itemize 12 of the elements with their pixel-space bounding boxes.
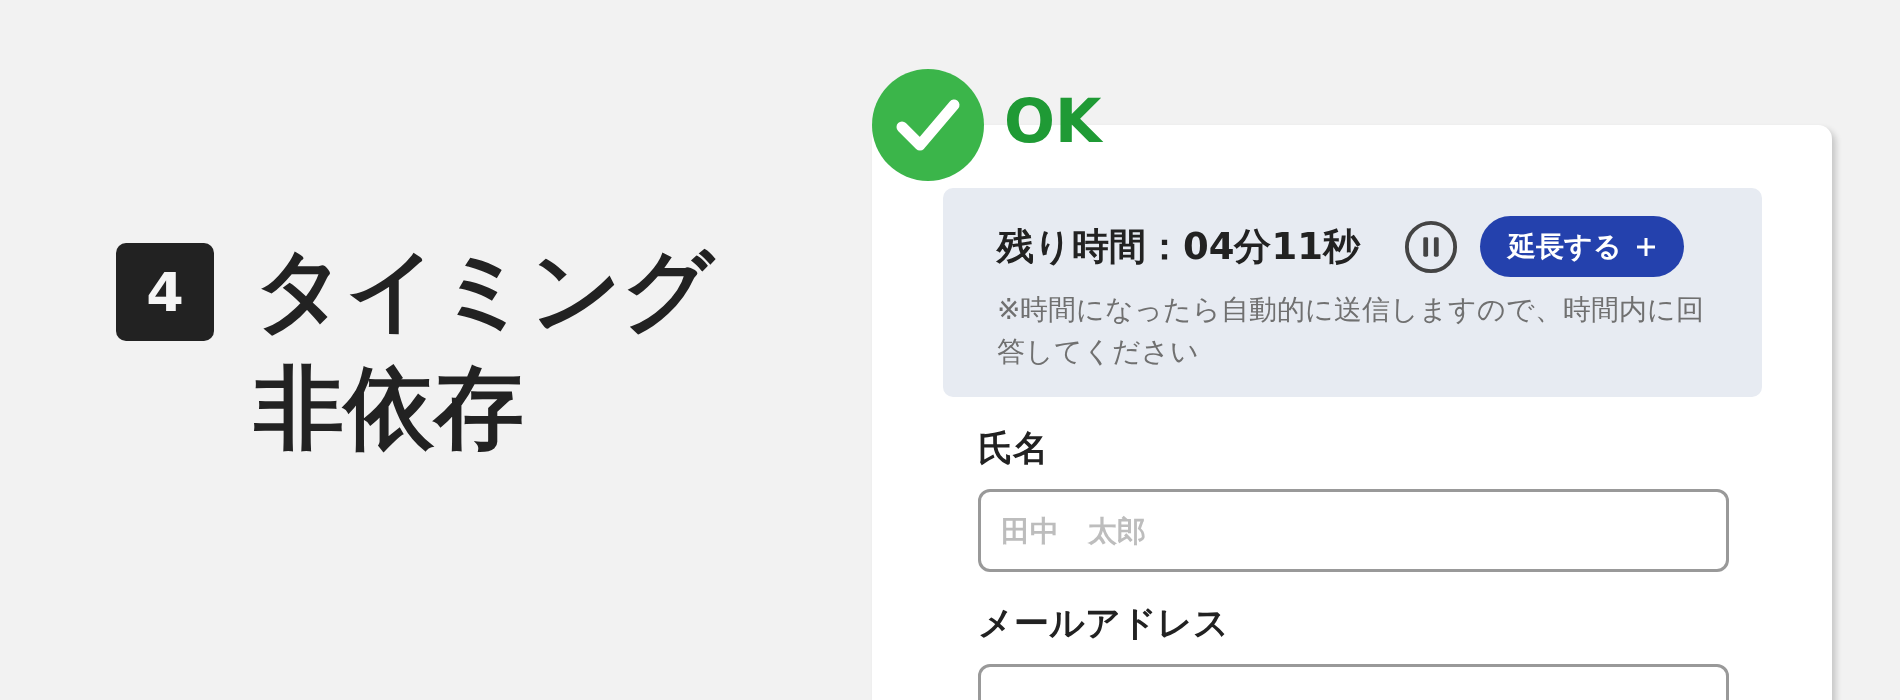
remaining-time: 残り時間：04分11秒: [997, 223, 1360, 270]
heading-line: 非依存: [254, 354, 525, 462]
extend-button[interactable]: 延長する: [1480, 216, 1684, 277]
input-field[interactable]: 田中 太郎: [978, 489, 1729, 572]
verdict-label: OK: [1004, 91, 1102, 151]
field-label: メールアドレス: [978, 602, 1230, 645]
timer-note: ※時間になったら自動的に送信しますので、時間内に回答してください: [997, 292, 1706, 370]
heading-line: タイミング: [254, 236, 714, 344]
field-label: 氏名: [978, 427, 1049, 470]
step-number-badge: 4: [116, 243, 214, 341]
plus-icon: [1636, 236, 1656, 257]
pause-icon[interactable]: [1404, 219, 1458, 274]
